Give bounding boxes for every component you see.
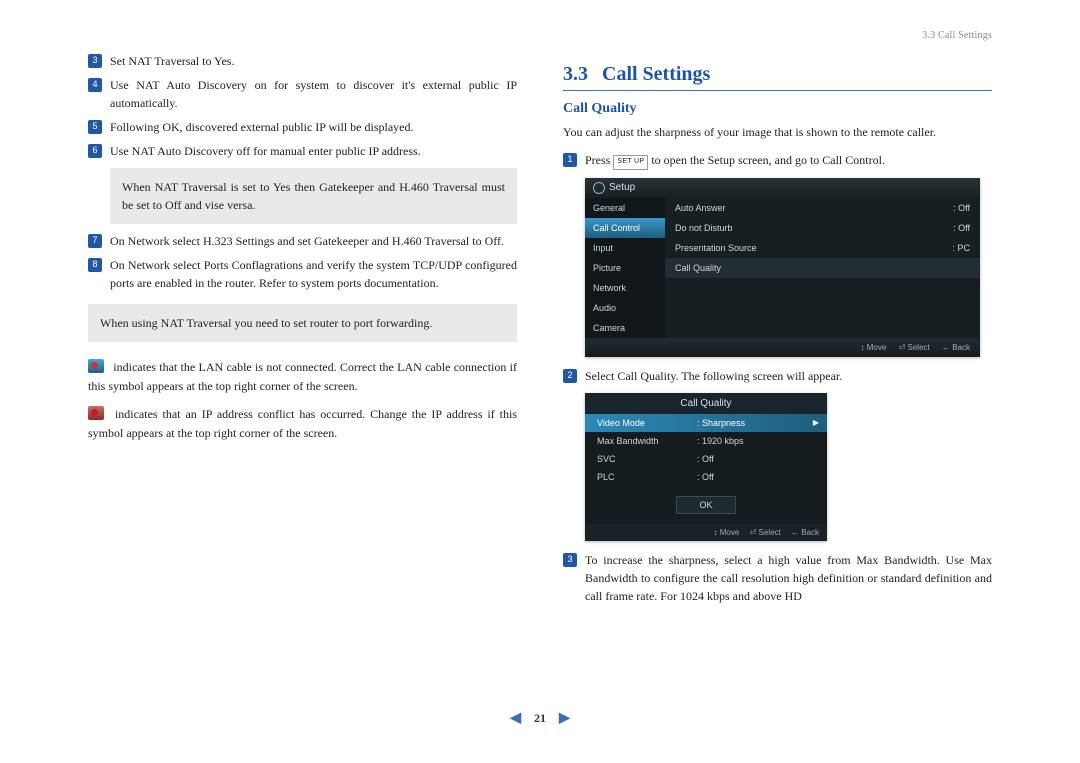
list-item: 5 Following OK, discovered external publ… bbox=[88, 118, 517, 136]
prev-page-icon[interactable]: ◀ bbox=[510, 711, 521, 726]
call-quality-title: Call Quality bbox=[585, 393, 827, 414]
hint-move: ↕ Move bbox=[714, 528, 740, 537]
running-header: 3.3 Call Settings bbox=[563, 30, 992, 41]
cq-footer: ↕ Move ⏎ Select ← Back bbox=[585, 524, 827, 541]
info-text: indicates that an IP address conflict ha… bbox=[88, 407, 517, 440]
subsection-heading: Call Quality bbox=[563, 101, 992, 117]
cq-row-plc: PLCOff bbox=[585, 468, 827, 486]
hint-back: ← Back bbox=[791, 528, 819, 537]
step-badge-5: 5 bbox=[88, 120, 102, 134]
info-paragraph: indicates that the LAN cable is not conn… bbox=[88, 358, 517, 397]
sidebar-item-general: General bbox=[585, 198, 665, 218]
list-item: 4 Use NAT Auto Discovery on for system t… bbox=[88, 76, 517, 112]
hint-select: ⏎ Select bbox=[899, 343, 930, 352]
step-text: Press SET UP to open the Setup screen, a… bbox=[585, 151, 992, 170]
step-badge-3: 3 bbox=[88, 54, 102, 68]
next-page-icon[interactable]: ▶ bbox=[559, 711, 570, 726]
step-text: Use NAT Auto Discovery on for system to … bbox=[110, 76, 517, 112]
section-heading: 3.3 Call Settings bbox=[563, 63, 992, 91]
hint-select: ⏎ Select bbox=[750, 528, 781, 537]
step-badge-7: 7 bbox=[88, 234, 102, 248]
sidebar-item-picture: Picture bbox=[585, 258, 665, 278]
right-column: 3.3 Call Settings 3.3 Call Settings Call… bbox=[563, 30, 992, 611]
hint-back: ← Back bbox=[942, 343, 970, 352]
list-item: 3 Set NAT Traversal to Yes. bbox=[88, 52, 517, 70]
list-item: 6 Use NAT Auto Discovery off for manual … bbox=[88, 142, 517, 160]
setup-row: Auto AnswerOff bbox=[665, 198, 980, 218]
cq-row-svc: SVCOff bbox=[585, 450, 827, 468]
step-badge-4: 4 bbox=[88, 78, 102, 92]
left-column: 3 Set NAT Traversal to Yes. 4 Use NAT Au… bbox=[88, 30, 517, 611]
step-badge-8: 8 bbox=[88, 258, 102, 272]
ok-button: OK bbox=[676, 496, 736, 514]
step-badge-6: 6 bbox=[88, 144, 102, 158]
step-badge-2: 2 bbox=[563, 369, 577, 383]
step-text: On Network select H.323 Settings and set… bbox=[110, 232, 517, 250]
step1-suffix: to open the Setup screen, and go to Call… bbox=[648, 153, 885, 167]
step-badge-3r: 3 bbox=[563, 553, 577, 567]
list-item: 8 On Network select Ports Conflagrations… bbox=[88, 256, 517, 292]
setup-row: Do not DisturbOff bbox=[665, 218, 980, 238]
info-paragraph: indicates that an IP address conflict ha… bbox=[88, 405, 517, 444]
step-text: On Network select Ports Conflagrations a… bbox=[110, 256, 517, 292]
setup-sidebar: General Call Control Input Picture Netwo… bbox=[585, 198, 665, 338]
setup-main-panel: Auto AnswerOff Do not DisturbOff Present… bbox=[665, 198, 980, 338]
step-text: Select Call Quality. The following scree… bbox=[585, 367, 992, 385]
hint-move: ↕ Move bbox=[861, 343, 887, 352]
page-footer: ◀ 21 ▶ bbox=[0, 710, 1080, 727]
step-text: To increase the sharpness, select a high… bbox=[585, 551, 992, 605]
list-item: 7 On Network select H.323 Settings and s… bbox=[88, 232, 517, 250]
note-box: When NAT Traversal is set to Yes then Ga… bbox=[110, 168, 517, 224]
step1-prefix: Press bbox=[585, 153, 613, 167]
step-text: Set NAT Traversal to Yes. bbox=[110, 52, 517, 70]
cq-row-video-mode: Video ModeSharpness bbox=[585, 414, 827, 432]
section-number: 3.3 bbox=[563, 63, 588, 86]
step-text: Use NAT Auto Discovery off for manual en… bbox=[110, 142, 517, 160]
setup-row: Presentation SourcePC bbox=[665, 238, 980, 258]
setup-footer: ↕ Move ⏎ Select ← Back bbox=[585, 338, 980, 357]
page-number: 21 bbox=[534, 711, 546, 725]
setup-screenshot-header: Setup bbox=[585, 178, 980, 198]
setup-row-call-quality: Call Quality bbox=[665, 258, 980, 278]
section-title: Call Settings bbox=[602, 63, 710, 86]
setup-screenshot: Setup General Call Control Input Picture… bbox=[585, 178, 980, 357]
note-box: When using NAT Traversal you need to set… bbox=[88, 304, 517, 342]
intro-text: You can adjust the sharpness of your ima… bbox=[563, 123, 992, 141]
step-badge-1: 1 bbox=[563, 153, 577, 167]
setup-title: Setup bbox=[609, 182, 635, 193]
lan-disconnected-icon bbox=[88, 359, 104, 373]
sidebar-item-camera: Camera bbox=[585, 318, 665, 338]
cq-row-max-bandwidth: Max Bandwidth1920 kbps bbox=[585, 432, 827, 450]
list-item: 3 To increase the sharpness, select a hi… bbox=[563, 551, 992, 605]
gear-icon bbox=[593, 182, 605, 194]
step-text: Following OK, discovered external public… bbox=[110, 118, 517, 136]
info-text: indicates that the LAN cable is not conn… bbox=[88, 360, 517, 393]
sidebar-item-call-control: Call Control bbox=[585, 218, 665, 238]
setup-key-icon: SET UP bbox=[613, 155, 648, 170]
list-item: 1 Press SET UP to open the Setup screen,… bbox=[563, 151, 992, 170]
list-item: 2 Select Call Quality. The following scr… bbox=[563, 367, 992, 385]
call-quality-screenshot: Call Quality Video ModeSharpness Max Ban… bbox=[585, 393, 827, 541]
ip-conflict-icon bbox=[88, 406, 104, 420]
sidebar-item-audio: Audio bbox=[585, 298, 665, 318]
sidebar-item-input: Input bbox=[585, 238, 665, 258]
sidebar-item-network: Network bbox=[585, 278, 665, 298]
